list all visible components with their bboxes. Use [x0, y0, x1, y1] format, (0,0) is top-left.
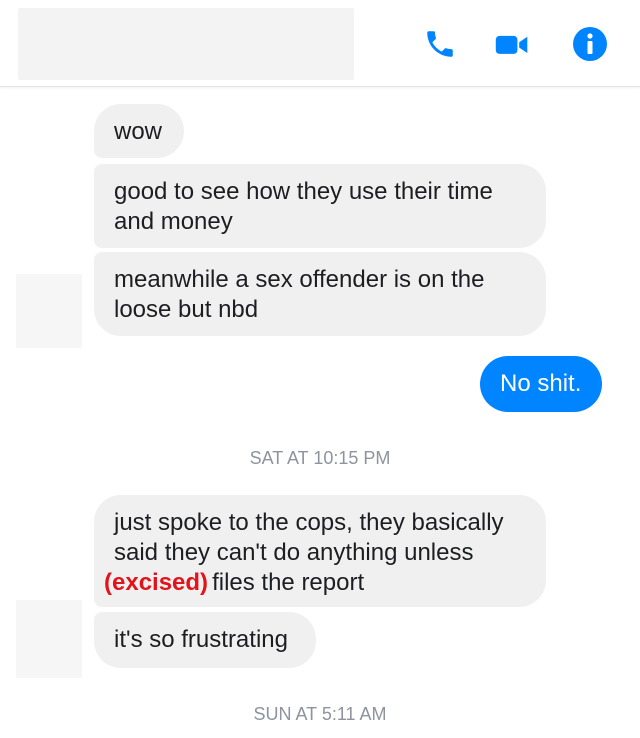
message-text: No shit.	[500, 370, 582, 397]
message-text: it's so frustrating	[114, 626, 288, 653]
message-text-line: (excised) files the report	[104, 568, 526, 598]
message-bubble[interactable]: good to see how they use their time and …	[94, 164, 546, 248]
message-text: loose but nbd	[114, 296, 259, 323]
timestamp: SUN AT 5:11 AM	[253, 704, 387, 724]
contact-name-redacted	[18, 8, 354, 80]
avatar[interactable]	[16, 274, 82, 348]
message-bubble[interactable]: wow	[94, 104, 184, 158]
message-bubble[interactable]: just spoke to the cops, they basically s…	[94, 495, 546, 607]
message-text: said they can't do anything unless	[114, 539, 474, 566]
phone-icon[interactable]	[422, 26, 458, 62]
message-text: meanwhile a sex offender is on the	[114, 266, 485, 293]
message-text: and money	[114, 208, 233, 235]
message-bubble[interactable]: it's so frustrating	[94, 612, 316, 668]
message-text: just spoke to the cops, they basically	[114, 509, 504, 536]
message-text: good to see how they use their time	[114, 178, 493, 205]
message-text: files the report	[212, 569, 365, 596]
message-text: wow	[114, 118, 163, 145]
redacted-name-label: (excised)	[104, 569, 209, 596]
info-icon[interactable]	[572, 26, 608, 62]
conversation-header	[0, 0, 640, 87]
video-camera-icon[interactable]	[494, 26, 530, 62]
timestamp: SAT AT 10:15 PM	[249, 448, 391, 468]
avatar[interactable]	[16, 600, 82, 678]
message-bubble-outgoing[interactable]: No shit.	[480, 356, 602, 412]
message-bubble[interactable]: meanwhile a sex offender is on the loose…	[94, 252, 546, 336]
